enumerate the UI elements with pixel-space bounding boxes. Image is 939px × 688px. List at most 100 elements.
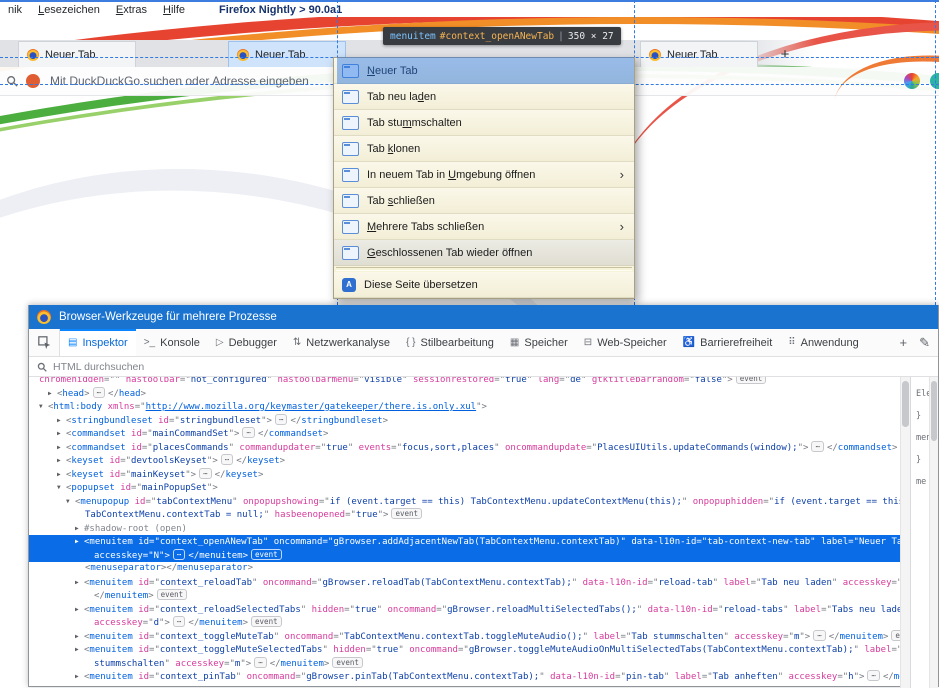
markup-scrollbar[interactable] xyxy=(900,377,910,688)
event-badge[interactable]: event xyxy=(251,549,282,560)
markup-line[interactable]: ▶<menuitem id="context_pinTab" oncommand… xyxy=(29,670,900,684)
expand-arrow-icon[interactable]: ▶ xyxy=(75,535,84,549)
devtools-tab-stilbearbeitung[interactable]: { }Stilbearbeitung xyxy=(398,329,502,356)
markup-token: > xyxy=(258,470,263,480)
markup-line[interactable]: ▼<menupopup id="tabContextMenu" onpopups… xyxy=(29,495,900,509)
markup-line[interactable]: stummschalten" accesskey="m">⋯</menuitem… xyxy=(29,657,900,671)
markup-line[interactable]: <menuseparator></menuseparator> xyxy=(29,562,900,576)
menubar-item-extras[interactable]: Extras xyxy=(108,4,155,16)
nightly-version-label: Firefox Nightly > 90.0a1 xyxy=(219,4,342,16)
inline-expander-badge[interactable]: ⋯ xyxy=(811,441,824,452)
event-badge[interactable]: event xyxy=(891,630,900,641)
devtools-tab-speicher[interactable]: ▦Speicher xyxy=(502,329,576,356)
expand-arrow-icon[interactable]: ▶ xyxy=(57,427,66,441)
devtools-tab-debugger[interactable]: ▷Debugger xyxy=(208,329,285,356)
markup-line[interactable]: ▼<html:body xmlns="http://www.mozilla.or… xyxy=(29,400,900,414)
scrollbar-thumb[interactable] xyxy=(931,381,937,441)
context-menu-item-tab-klonen[interactable]: Tab klonen xyxy=(334,136,634,162)
expand-arrow-icon[interactable]: ▶ xyxy=(75,643,84,657)
extension-color-wheel-icon[interactable] xyxy=(904,73,920,89)
event-badge[interactable]: event xyxy=(332,657,363,668)
markup-line[interactable]: chromehidden="" hastoolbar="not_configur… xyxy=(29,377,900,387)
devtools-tab-konsole[interactable]: >_Konsole xyxy=(136,329,208,356)
inline-expander-badge[interactable]: ⋯ xyxy=(275,414,288,425)
markup-search-bar[interactable]: HTML durchsuchen xyxy=(29,357,938,377)
menubar-item-hilfe[interactable]: Hilfe xyxy=(155,4,193,16)
expand-arrow-icon[interactable]: ▶ xyxy=(75,576,84,590)
markup-token: true xyxy=(356,510,378,520)
context-menu-item-in-neuem-tab-in-umgebung-ffnen[interactable]: In neuem Tab in Umgebung öffnen› xyxy=(334,162,634,188)
devtools-tab-barrierefreiheit[interactable]: ♿Barrierefreiheit xyxy=(675,329,781,356)
inline-expander-badge[interactable]: ⋯ xyxy=(221,454,234,465)
expand-arrow-icon[interactable]: ▶ xyxy=(48,387,57,401)
context-menu-item-mehrere-tabs-schlie-en[interactable]: Mehrere Tabs schließen› xyxy=(334,214,634,240)
markup-line[interactable]: ▶<menuitem id="context_openANewTab" onco… xyxy=(29,535,900,549)
event-badge[interactable]: event xyxy=(157,589,188,600)
markup-line[interactable]: ▶<menuitem id="context_toggleMuteSelecte… xyxy=(29,643,900,657)
devtools-tab-inspektor[interactable]: ▤Inspektor xyxy=(60,329,136,356)
expand-arrow-icon[interactable]: ▶ xyxy=(57,414,66,428)
account-avatar-icon[interactable] xyxy=(930,73,939,89)
search-icon xyxy=(6,75,18,87)
devtools-titlebar[interactable]: Browser-Werkzeuge für mehrere Prozesse xyxy=(29,305,938,329)
expand-arrow-icon[interactable]: ▶ xyxy=(75,603,84,617)
node-picker-button[interactable] xyxy=(29,329,60,356)
expand-arrow-icon[interactable]: ▶ xyxy=(57,468,66,482)
markup-line[interactable]: ▶<menuitem id="context_toggleMuteTab" on… xyxy=(29,630,900,644)
browser-tab-3[interactable]: Neuer Tab xyxy=(640,41,758,67)
expand-arrow-icon[interactable]: ▶ xyxy=(57,454,66,468)
inline-expander-badge[interactable]: ⋯ xyxy=(242,427,255,438)
add-icon[interactable]: + xyxy=(900,335,908,350)
markup-line[interactable]: ▶<keyset id="mainKeyset">⋯</keyset> xyxy=(29,468,900,482)
collapse-arrow-icon[interactable]: ▼ xyxy=(57,481,66,495)
inline-expander-badge[interactable]: ⋯ xyxy=(173,616,186,627)
markup-line[interactable]: ▶<keyset id="devtoolsKeyset">⋯</keyset> xyxy=(29,454,900,468)
browser-tab-1[interactable]: Neuer Tab xyxy=(18,41,136,67)
inline-expander-badge[interactable]: ⋯ xyxy=(867,670,880,681)
context-menu-item-geschlossenen-tab-wieder-ffnen[interactable]: Geschlossenen Tab wieder öffnen xyxy=(334,240,634,266)
context-menu-item-tab-stummschalten[interactable]: Tab stummschalten xyxy=(334,110,634,136)
markup-line[interactable]: TabContextMenu.contextTab = null;" hasbe… xyxy=(29,508,900,522)
expand-arrow-icon[interactable]: ▶ xyxy=(75,630,84,644)
context-menu-item-diese-seite-bersetzen[interactable]: ADiese Seite übersetzen xyxy=(334,272,634,298)
markup-line[interactable]: ▶<menuitem id="context_reloadSelectedTab… xyxy=(29,603,900,617)
context-menu-item-neuer-tab[interactable]: Neuer Tab xyxy=(334,58,634,84)
markup-line[interactable]: ▶<commandset id="mainCommandSet">⋯</comm… xyxy=(29,427,900,441)
rules-scrollbar[interactable] xyxy=(929,377,938,688)
event-badge[interactable]: event xyxy=(391,508,422,519)
expand-arrow-icon[interactable]: ▶ xyxy=(57,441,66,455)
context-menu-item-tab-neu-laden[interactable]: Tab neu laden xyxy=(334,84,634,110)
devtools-tab-netzwerkanalyse[interactable]: ⇅Netzwerkanalyse xyxy=(285,329,398,356)
markup-token: =" xyxy=(145,497,156,507)
markup-line[interactable]: ▶<menuitem id="context_reloadTab" oncomm… xyxy=(29,576,900,590)
devtools-tab-web-speicher[interactable]: ⊟Web-Speicher xyxy=(576,329,675,356)
inline-expander-badge[interactable]: ⋯ xyxy=(199,468,212,479)
markup-line[interactable]: ▶#shadow-root (open) xyxy=(29,522,900,536)
devtools-tab-anwendung[interactable]: ⠿Anwendung xyxy=(780,329,866,356)
inline-expander-badge[interactable]: ⋯ xyxy=(813,630,826,641)
collapse-arrow-icon[interactable]: ▼ xyxy=(39,400,48,414)
edit-icon[interactable]: ✎ xyxy=(919,335,930,351)
menubar-item-nik[interactable]: nik xyxy=(0,4,30,16)
markup-line[interactable]: ▶<stringbundleset id="stringbundleset">⋯… xyxy=(29,414,900,428)
expand-arrow-icon[interactable]: ▶ xyxy=(75,522,84,536)
markup-line[interactable]: ▶<head>⋯</head> xyxy=(29,387,900,401)
expand-arrow-icon[interactable]: ▶ xyxy=(75,670,84,684)
stilbearbeitung-icon: { } xyxy=(406,337,415,348)
menubar-item-lesezeichen[interactable]: Lesezeichen xyxy=(30,4,108,16)
context-menu-item-tab-schlie-en[interactable]: Tab schließen xyxy=(334,188,634,214)
event-badge[interactable]: event xyxy=(736,377,767,384)
markup-line[interactable]: ▶<commandset id="placesCommands" command… xyxy=(29,441,900,455)
collapse-arrow-icon[interactable]: ▼ xyxy=(66,495,75,509)
markup-line[interactable]: accesskey="N">⋯</menuitem>event xyxy=(29,549,900,563)
scrollbar-thumb[interactable] xyxy=(902,381,909,427)
inline-expander-badge[interactable]: ⋯ xyxy=(254,657,267,668)
event-badge[interactable]: event xyxy=(251,616,282,627)
markup-line[interactable]: </menuitem>event xyxy=(29,589,900,603)
new-tab-button[interactable]: + xyxy=(773,42,797,66)
inline-expander-badge[interactable]: ⋯ xyxy=(173,549,186,560)
inline-expander-badge[interactable]: ⋯ xyxy=(93,387,106,398)
markup-line[interactable]: accesskey="d">⋯</menuitem>event xyxy=(29,616,900,630)
browser-tab-2[interactable]: Neuer Tab xyxy=(228,41,346,67)
markup-line[interactable]: ▼<popupset id="mainPopupSet"> xyxy=(29,481,900,495)
